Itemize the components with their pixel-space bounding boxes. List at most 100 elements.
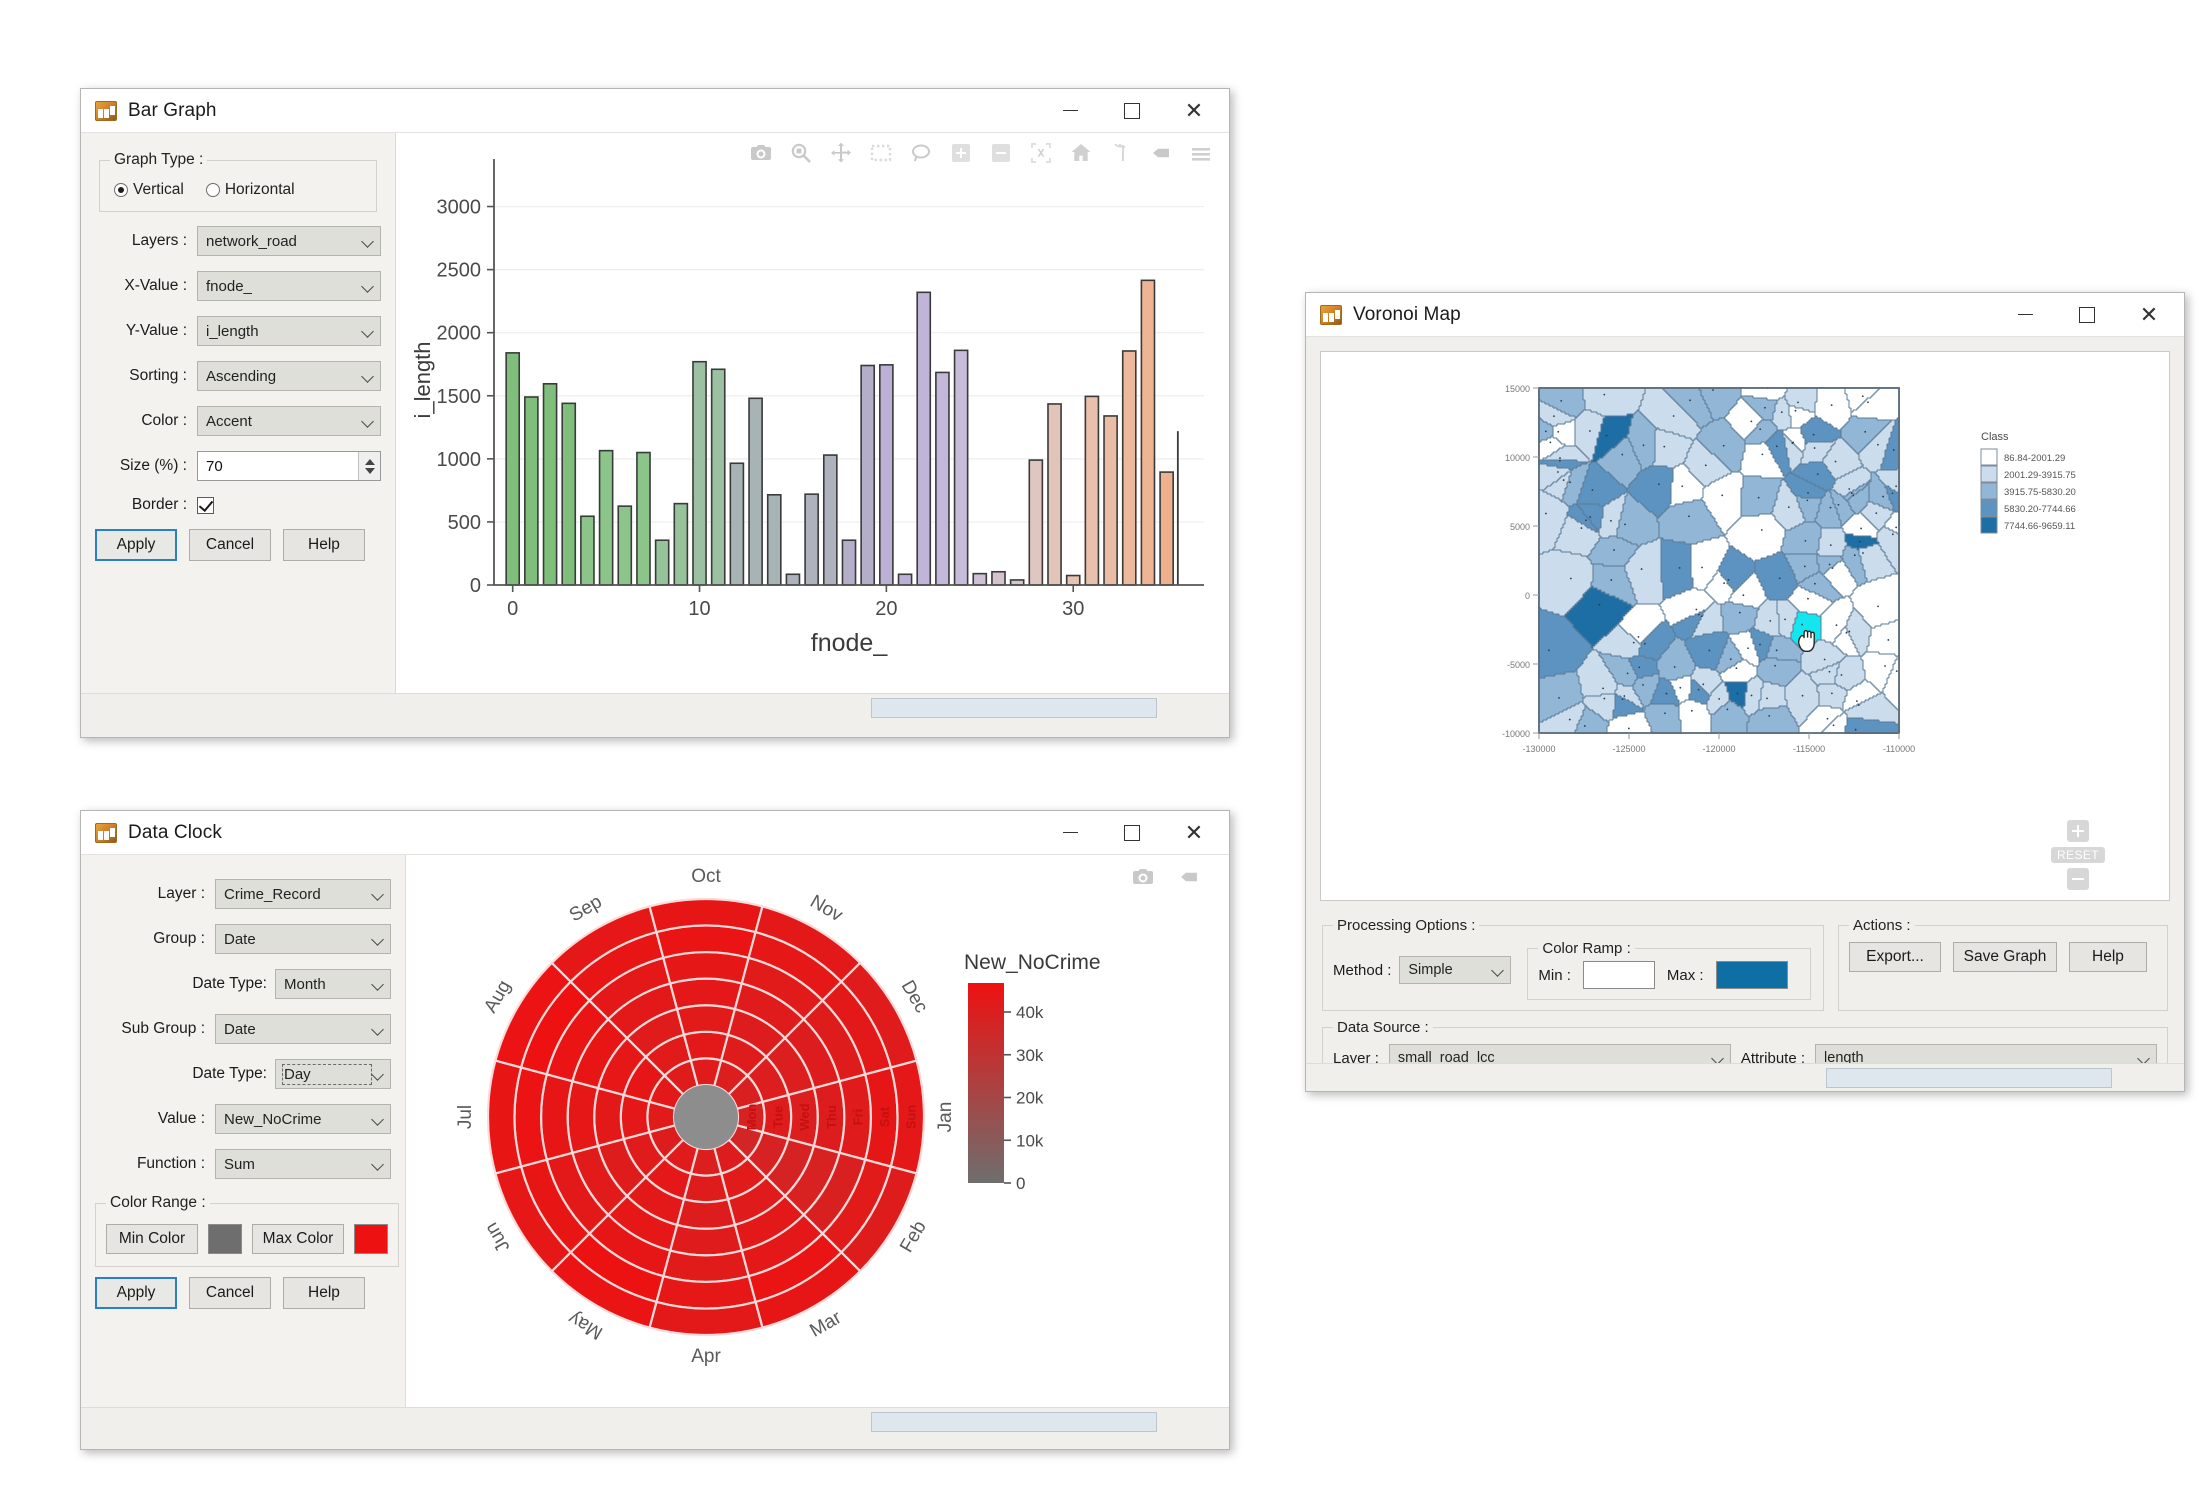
voronoi-map-canvas[interactable]: 15000 10000 5000 0 -5000 -10000 -130000 -125000… [1320, 351, 2170, 901]
field-function-label: Function : [95, 1155, 205, 1173]
pointer-icon[interactable] [1109, 141, 1133, 165]
color-range-fieldset: Color Range : Min Color Max Color [95, 1194, 399, 1267]
field-layers: Layers : network_road [95, 226, 381, 256]
svg-text:Sun: Sun [903, 1105, 918, 1130]
stepper-up-icon[interactable] [364, 458, 375, 465]
svg-text:20k: 20k [1016, 1089, 1044, 1108]
xvalue-dropdown[interactable]: fnode_ [197, 271, 381, 301]
cancel-button[interactable]: Cancel [189, 529, 271, 561]
data-clock-svg[interactable]: Mon Tue Wed Thu Fri Sat Sun Jan Feb Mar Apr May Jun J… [406, 855, 1226, 1403]
matplotlib-toolbar[interactable] [749, 141, 1213, 165]
minimize-button[interactable] [1039, 90, 1101, 132]
help-button[interactable]: Help [283, 529, 365, 561]
zoom-in-button[interactable] [2066, 820, 2089, 842]
camera-icon[interactable] [749, 141, 773, 165]
data-clock-titlebar[interactable]: Data Clock ✕ [81, 811, 1229, 855]
camera-icon[interactable] [1131, 865, 1155, 889]
svg-text:30k: 30k [1016, 1046, 1044, 1065]
svg-text:10: 10 [688, 598, 710, 620]
status-field[interactable] [871, 1411, 1157, 1432]
apply-button[interactable]: Apply [95, 1277, 177, 1309]
stepper-down-icon[interactable] [364, 467, 375, 474]
cancel-button[interactable]: Cancel [189, 1277, 271, 1309]
help-button[interactable]: Help [283, 1277, 365, 1309]
group-dropdown[interactable]: Date [215, 924, 391, 954]
help-button[interactable]: Help [2069, 942, 2147, 972]
fit-extent-icon[interactable] [1029, 141, 1053, 165]
close-button[interactable]: ✕ [2118, 294, 2180, 336]
radio-horizontal[interactable]: Horizontal [205, 181, 295, 199]
min-color-swatch[interactable] [208, 1224, 242, 1254]
sorting-dropdown[interactable]: Ascending [197, 361, 381, 391]
layers-dropdown[interactable]: network_road [197, 226, 381, 256]
voronoi-map-svg[interactable]: 150001000050000-5000-10000-130000 -125000… [1321, 352, 2169, 900]
maximize-button[interactable] [1101, 90, 1163, 132]
status-field[interactable] [1826, 1067, 2112, 1088]
status-field[interactable] [871, 697, 1157, 718]
map-zoom-controls[interactable]: RESET [2050, 820, 2105, 890]
tag-icon[interactable] [1177, 865, 1201, 889]
lasso-select-icon[interactable] [909, 141, 933, 165]
radio-vertical-dot[interactable] [114, 183, 128, 197]
close-button[interactable]: ✕ [1163, 812, 1225, 854]
chevron-down-icon [370, 1021, 386, 1037]
min-color-swatch[interactable] [1582, 961, 1655, 989]
max-color-button[interactable]: Max Color [252, 1224, 344, 1254]
layer-dropdown[interactable]: Crime_Record [215, 879, 391, 909]
pan-move-icon[interactable] [829, 141, 853, 165]
zoom-in-icon[interactable] [949, 141, 973, 165]
actions-legend: Actions : [1849, 917, 1915, 934]
minimize-button[interactable] [1039, 812, 1101, 854]
tag-icon[interactable] [1149, 141, 1173, 165]
method-dropdown[interactable]: Simple [1399, 956, 1512, 984]
field-sorting: Sorting : Ascending [95, 361, 381, 391]
zoom-icon[interactable] [789, 141, 813, 165]
menu-icon[interactable] [1189, 141, 1213, 165]
svg-text:10k: 10k [1016, 1131, 1044, 1150]
bar-graph-plot-area[interactable]: 0 500 1000 1500 2000 2500 3000 0 10 20 30 fnode_ i_l… [396, 133, 1229, 693]
svg-text:500: 500 [448, 512, 481, 534]
save-graph-button[interactable]: Save Graph [1953, 942, 2057, 972]
window-buttons: ✕ [1994, 294, 2180, 336]
rect-select-icon[interactable] [869, 141, 893, 165]
group-date-type-dropdown[interactable]: Month [275, 969, 391, 999]
value-dropdown[interactable]: New_NoCrime [215, 1104, 391, 1134]
size-stepper-buttons[interactable] [358, 452, 380, 480]
color-dropdown[interactable]: Accent [197, 406, 381, 436]
voronoi-titlebar[interactable]: Voronoi Map ✕ [1306, 293, 2184, 337]
border-checkbox[interactable] [197, 496, 214, 514]
size-stepper[interactable]: 70 [197, 451, 381, 481]
maximize-button[interactable] [1101, 812, 1163, 854]
reset-button[interactable]: RESET [2050, 847, 2105, 863]
yvalue-dropdown[interactable]: i_length [197, 316, 381, 346]
svg-text:Nov: Nov [806, 891, 846, 926]
data-clock-window[interactable]: Data Clock ✕ Layer : Crime_Record Group … [80, 810, 1230, 1450]
radio-horizontal-dot[interactable] [205, 183, 220, 197]
max-color-swatch[interactable] [1715, 961, 1788, 989]
svg-text:i_length: i_length [410, 341, 435, 418]
maximize-button[interactable] [2056, 294, 2118, 336]
zoom-out-icon[interactable] [989, 141, 1013, 165]
bar-chart-svg[interactable]: 0 500 1000 1500 2000 2500 3000 0 10 20 30 fnode_ i_l… [396, 133, 1226, 688]
zoom-out-button[interactable] [2066, 868, 2089, 890]
apply-button[interactable]: Apply [95, 529, 177, 561]
voronoi-map-window[interactable]: Voronoi Map ✕ 15000 10000 5000 0 -5000 -10000… [1305, 292, 2185, 1092]
home-icon[interactable] [1069, 141, 1093, 165]
min-color-button[interactable]: Min Color [106, 1224, 198, 1254]
svg-text:May: May [565, 1307, 607, 1343]
data-clock-toolbar[interactable] [1131, 865, 1201, 889]
minimize-button[interactable] [1994, 294, 2056, 336]
close-button[interactable]: ✕ [1163, 90, 1225, 132]
bar-graph-window[interactable]: Bar Graph ✕ Graph Type : Vertical Horizo… [80, 88, 1230, 738]
field-border-label: Border : [95, 496, 187, 514]
export-button[interactable]: Export... [1849, 942, 1941, 972]
function-dropdown[interactable]: Sum [215, 1149, 391, 1179]
subgroup-date-type-dropdown[interactable]: Day [275, 1059, 391, 1089]
chevron-down-icon [360, 323, 376, 339]
subgroup-dropdown[interactable]: Date [215, 1014, 391, 1044]
bar-graph-titlebar[interactable]: Bar Graph ✕ [81, 89, 1229, 133]
method-value: Simple [1408, 962, 1490, 978]
max-color-swatch[interactable] [354, 1224, 388, 1254]
data-clock-plot-area[interactable]: Mon Tue Wed Thu Fri Sat Sun Jan Feb Mar Apr May Jun J… [406, 855, 1229, 1407]
radio-vertical[interactable]: Vertical [114, 181, 184, 199]
